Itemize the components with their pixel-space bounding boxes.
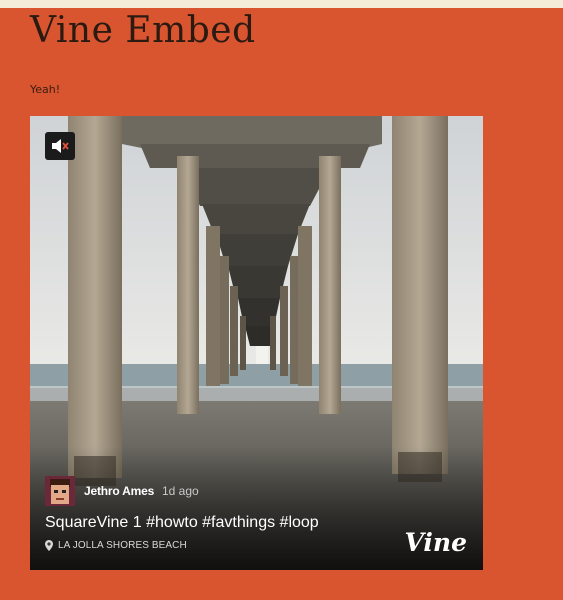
avatar-face-icon: [45, 476, 75, 506]
map-pin-icon: [45, 540, 53, 551]
vine-embed[interactable]: Jethro Ames 1d ago SquareVine 1 #howto #…: [30, 116, 483, 570]
top-border: [0, 0, 563, 8]
author-name[interactable]: Jethro Ames: [84, 484, 154, 498]
location[interactable]: LA JOLLA SHORES BEACH: [45, 540, 187, 551]
mute-button[interactable]: [45, 132, 75, 160]
post-time[interactable]: 1d ago: [162, 484, 199, 498]
location-label: LA JOLLA SHORES BEACH: [58, 540, 187, 551]
post-text: Yeah!: [30, 83, 61, 96]
page-title: Vine Embed: [30, 10, 256, 51]
avatar[interactable]: [45, 476, 75, 506]
vine-caption: SquareVine 1 #howto #favthings #loop: [45, 514, 319, 531]
speaker-muted-icon: [52, 139, 69, 153]
vine-logo[interactable]: Vine: [404, 528, 467, 557]
